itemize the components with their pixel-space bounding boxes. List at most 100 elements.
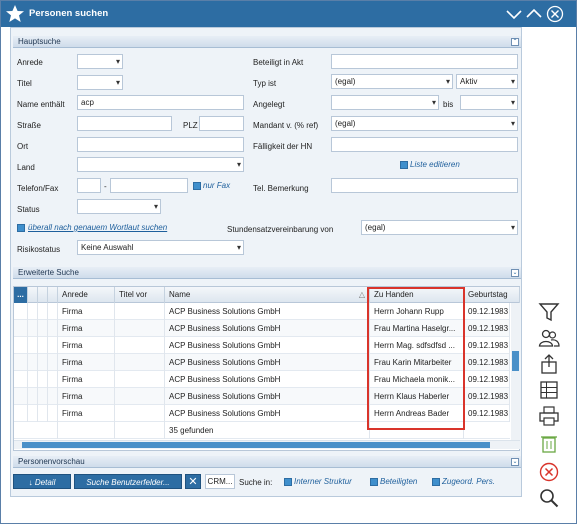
table-footer-row: 35 gefunden <box>14 422 510 439</box>
strasse-label: Straße <box>17 121 42 130</box>
title-bar: Personen suchen <box>1 1 576 27</box>
header-spacer <box>38 287 48 303</box>
row-cell <box>14 337 28 354</box>
table-row[interactable]: Firma ACP Business Solutions GmbH Herrn … <box>14 337 510 354</box>
beteiligt-input[interactable] <box>331 54 518 69</box>
telefon-prefix-input[interactable] <box>77 178 101 193</box>
zugeord-personen-checkbox[interactable] <box>432 478 440 486</box>
typ-state-select[interactable]: Aktiv <box>456 74 518 89</box>
ueberall-link[interactable]: überall nach genauem Wortlaut suchen <box>28 223 167 232</box>
header-spacer <box>48 287 58 303</box>
liste-editieren-checkbox[interactable] <box>400 161 408 169</box>
column-options-button[interactable]: ... <box>14 287 28 303</box>
angelegt-from-select[interactable] <box>331 95 439 110</box>
erweiterte-title: Erweiterte Suche <box>18 268 79 277</box>
row-cell <box>28 320 38 337</box>
chevron-up-icon[interactable] <box>525 5 543 23</box>
detail-button[interactable]: ↓ Detail <box>13 474 71 489</box>
column-header-titel-vor[interactable]: Titel vor <box>115 287 165 303</box>
cell-titel-vor <box>115 405 165 422</box>
column-header-geburtstag[interactable]: Geburtstag <box>464 287 520 303</box>
action-sidebar <box>529 27 576 523</box>
search-icon[interactable] <box>538 487 560 509</box>
cell-geburtstag: 09.12.1983 <box>464 405 510 422</box>
hauptsuche-header: Hauptsuche ⌃ <box>13 36 521 48</box>
beteiligten-label: Beteiligten <box>380 477 418 486</box>
share-export-icon[interactable] <box>538 353 560 375</box>
column-header-name-label: Name <box>169 290 191 299</box>
table-row[interactable]: Firma ACP Business Solutions GmbH Frau M… <box>14 371 510 388</box>
table-row[interactable]: Firma ACP Business Solutions GmbH Frau M… <box>14 320 510 337</box>
stundensatz-select[interactable]: (egal) <box>361 220 518 235</box>
row-cell <box>28 405 38 422</box>
row-cell <box>48 371 58 388</box>
print-icon[interactable] <box>538 405 560 427</box>
anrede-select[interactable] <box>77 54 123 69</box>
suche-benutzerfelder-button[interactable]: Suche Benutzerfelder... <box>74 474 182 489</box>
collapse-icon[interactable]: ⌃ <box>511 38 519 46</box>
cancel-icon[interactable] <box>538 461 560 483</box>
crm-button[interactable]: CRM... <box>205 474 235 489</box>
titel-select[interactable] <box>77 75 123 90</box>
cell-name: ACP Business Solutions GmbH <box>165 337 370 354</box>
beteiligten-checkbox[interactable] <box>370 478 378 486</box>
users-icon[interactable] <box>538 327 560 349</box>
trash-icon[interactable] <box>538 432 560 454</box>
filter-icon[interactable] <box>538 301 560 323</box>
row-cell <box>48 354 58 371</box>
telefon-number-input[interactable] <box>110 178 188 193</box>
table-row[interactable]: Firma ACP Business Solutions GmbH Herrn … <box>14 405 510 422</box>
table-row[interactable]: Firma ACP Business Solutions GmbH Frau K… <box>14 354 510 371</box>
titel-label: Titel <box>17 79 32 88</box>
cell-name: ACP Business Solutions GmbH <box>165 371 370 388</box>
vertical-scroll-thumb[interactable] <box>512 351 519 371</box>
erweiterte-header[interactable]: Erweiterte Suche ⌄ <box>13 267 521 279</box>
suche-in-label: Suche in: <box>239 478 273 487</box>
row-cell <box>370 422 464 439</box>
expand-icon[interactable]: ⌄ <box>511 269 519 277</box>
land-select[interactable] <box>77 157 244 172</box>
typ-select[interactable]: (egal) <box>331 74 453 89</box>
row-cell <box>28 337 38 354</box>
risikostatus-select[interactable]: Keine Auswahl <box>77 240 244 255</box>
grid-view-icon[interactable] <box>538 379 560 401</box>
table-row[interactable]: Firma ACP Business Solutions GmbH Herrn … <box>14 303 510 320</box>
cell-zu-handen: Frau Martina Haselgr... <box>370 320 464 337</box>
name-input[interactable]: acp <box>77 95 244 110</box>
nur-fax-checkbox[interactable] <box>193 182 201 190</box>
column-header-anrede[interactable]: Anrede <box>58 287 115 303</box>
vertical-scrollbar[interactable] <box>511 303 520 440</box>
liste-editieren-link[interactable]: Liste editieren <box>410 160 460 169</box>
angelegt-to-select[interactable] <box>460 95 518 110</box>
ort-input[interactable] <box>77 137 244 152</box>
status-select[interactable] <box>77 199 161 214</box>
close-window-icon[interactable] <box>546 5 564 23</box>
ueberall-checkbox[interactable] <box>17 224 25 232</box>
expand-icon[interactable]: ⌄ <box>511 458 519 466</box>
cell-anrede: Firma <box>58 303 115 320</box>
strasse-input[interactable] <box>77 116 172 131</box>
row-cell <box>14 303 28 320</box>
horizontal-scroll-thumb[interactable] <box>22 442 490 448</box>
plz-input[interactable] <box>199 116 244 131</box>
row-cell <box>48 405 58 422</box>
row-cell <box>38 320 48 337</box>
main-panel: Hauptsuche ⌃ Anrede Titel Name enthält a… <box>10 27 522 497</box>
clear-icon[interactable]: ✕ <box>185 474 201 489</box>
cell-name: ACP Business Solutions GmbH <box>165 405 370 422</box>
faelligkeit-input[interactable] <box>331 137 518 152</box>
mandant-select[interactable]: (egal) <box>331 116 518 131</box>
cell-name: ACP Business Solutions GmbH <box>165 320 370 337</box>
personenvorschau-header[interactable]: Personenvorschau ⌄ <box>13 456 521 468</box>
mandant-label: Mandant v. (% ref) <box>253 121 319 130</box>
horizontal-scrollbar[interactable] <box>14 440 520 449</box>
column-header-name[interactable]: Name △ <box>165 287 370 303</box>
interne-struktur-checkbox[interactable] <box>284 478 292 486</box>
row-cell <box>38 405 48 422</box>
cell-zu-handen: Frau Karin Mitarbeiter <box>370 354 464 371</box>
risikostatus-label: Risikostatus <box>17 245 61 254</box>
column-header-zu-handen[interactable]: Zu Handen <box>370 287 464 303</box>
tel-bemerkung-input[interactable] <box>331 178 518 193</box>
table-row[interactable]: Firma ACP Business Solutions GmbH Herrn … <box>14 388 510 405</box>
chevron-down-icon[interactable] <box>505 5 523 23</box>
